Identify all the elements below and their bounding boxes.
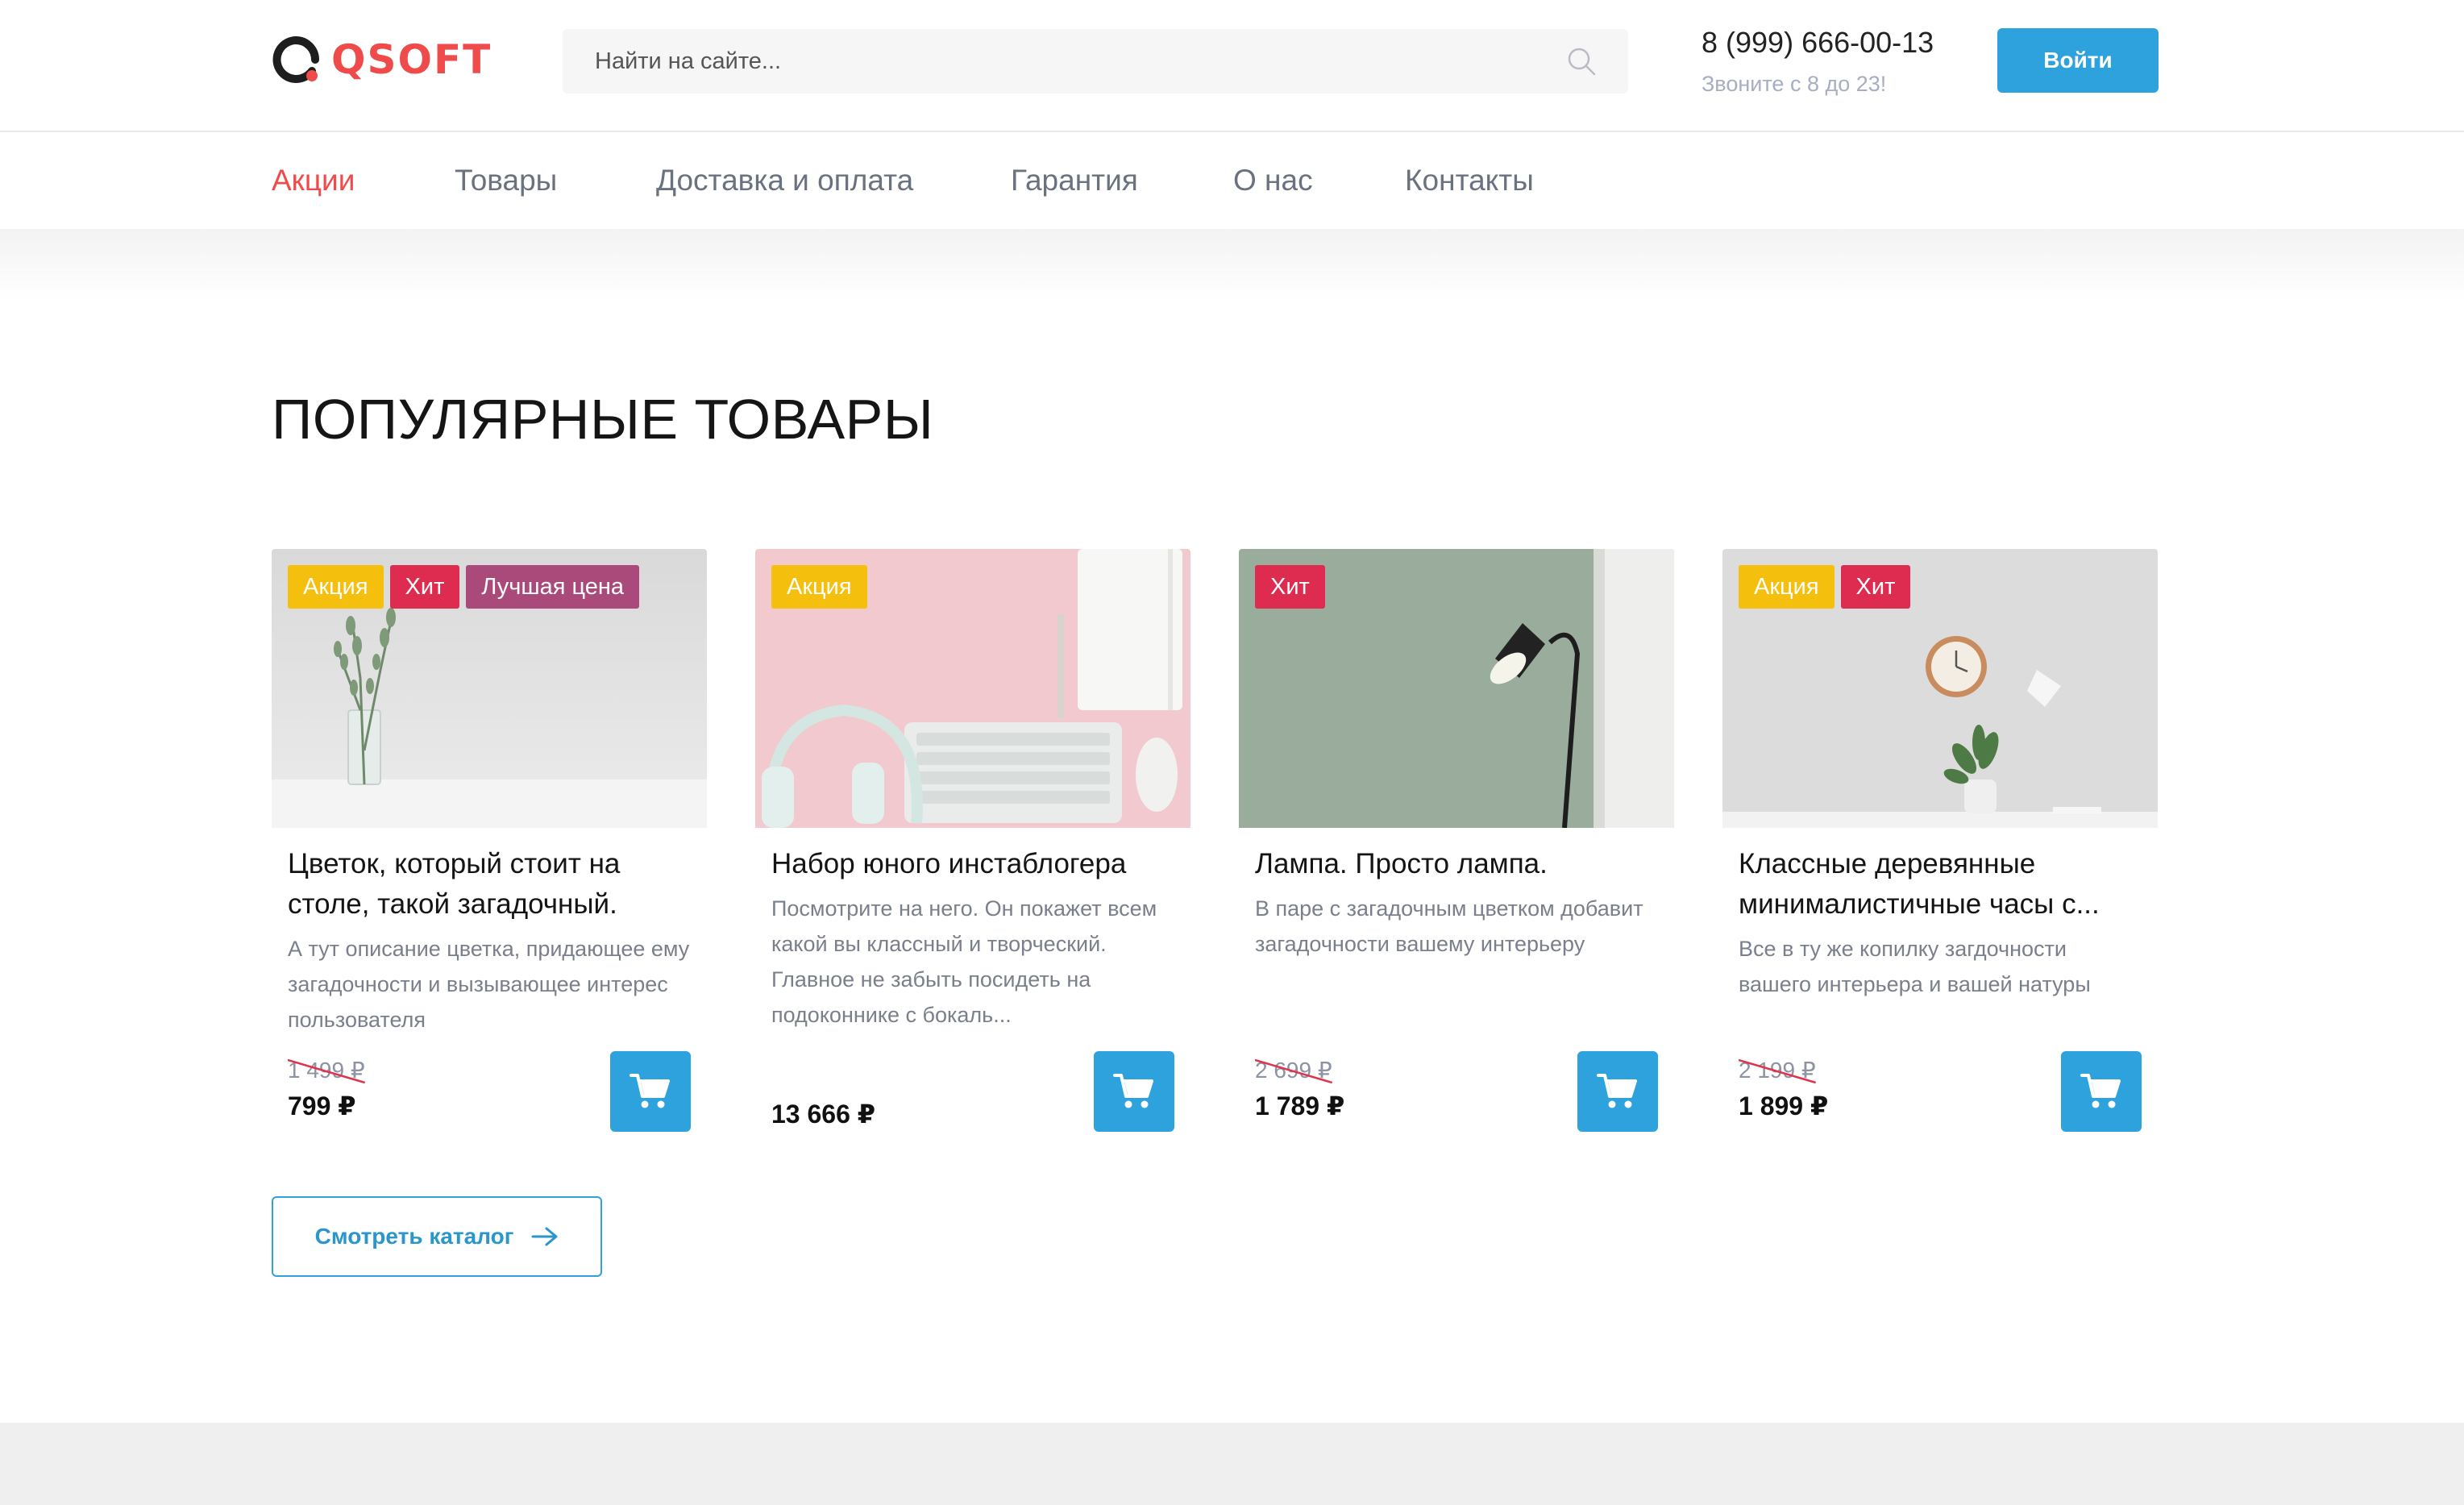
nav-shadow [0, 229, 2464, 301]
logo-text: QSOFT [331, 36, 492, 83]
cart-icon [630, 1074, 670, 1108]
cart-icon [2080, 1074, 2121, 1108]
badge-sale: Акция [288, 565, 384, 609]
nav-item-about[interactable]: О нас [1233, 161, 1313, 200]
old-price: 2 699 ₽ [1255, 1057, 1332, 1084]
badge-group: Акция Хит Лучшая цена [288, 565, 640, 609]
main-nav [0, 132, 2464, 229]
badge-hit: Хит [1255, 565, 1325, 609]
nav-item-warranty[interactable]: Гарантия [1011, 161, 1138, 200]
product-price: 13 666 ₽ [771, 1100, 876, 1129]
product-card: Акция Хит Классные деревянные минималист… [1722, 549, 2158, 1137]
product-card: Акция Набор юного инстаблогера Посмотрит… [755, 549, 1190, 1137]
strike-line [288, 1058, 365, 1084]
add-to-cart-button[interactable] [610, 1051, 691, 1132]
search-bar [563, 29, 1628, 94]
search-input[interactable] [595, 29, 1522, 94]
add-to-cart-button[interactable] [1577, 1051, 1658, 1132]
nav-item-delivery[interactable]: Доставка и оплата [656, 161, 913, 200]
footer-band [0, 1423, 2464, 1505]
arrow-right-icon [531, 1227, 558, 1246]
search-icon[interactable] [1565, 45, 1598, 77]
product-title[interactable]: Набор юного инстаблогера [771, 844, 1174, 884]
logo-icon [272, 36, 319, 83]
view-catalog-button[interactable]: Смотреть каталог [272, 1196, 602, 1277]
badge-group: Акция Хит [1739, 565, 1911, 609]
login-button[interactable]: Войти [1997, 28, 2159, 93]
product-description: В паре с загадочным цветком добавит зага… [1255, 896, 1643, 956]
nav-item-products[interactable]: Товары [455, 161, 557, 200]
add-to-cart-button[interactable] [1094, 1051, 1174, 1132]
cart-icon [1597, 1074, 1637, 1108]
view-catalog-label: Смотреть каталог [314, 1224, 514, 1249]
product-description: А тут описание цветка, придающее ему заг… [288, 937, 690, 1032]
old-price: 2 199 ₽ [1739, 1057, 1816, 1084]
phone-hours: Звоните с 8 до 23! [1702, 72, 1887, 96]
product-price: 1 899 ₽ [1739, 1091, 1829, 1120]
badge-hit: Хит [389, 565, 460, 609]
old-price: 1 499 ₽ [288, 1057, 365, 1084]
cart-icon [1113, 1074, 1153, 1108]
nav-item-sales[interactable]: Акции [272, 161, 355, 200]
logo[interactable]: QSOFT [272, 34, 492, 85]
product-title[interactable]: Лампа. Просто лампа. [1255, 844, 1658, 884]
strike-line [1739, 1058, 1816, 1084]
strike-line [1255, 1058, 1332, 1084]
product-title[interactable]: Классные деревянные минималистичные часы… [1739, 844, 2142, 925]
product-price: 799 ₽ [288, 1091, 356, 1120]
section-title: ПОПУЛЯРНЫЕ ТОВАРЫ [272, 388, 934, 451]
product-description: Все в ту же копилку загдочности вашего и… [1739, 937, 2091, 996]
badge-group: Акция [771, 565, 867, 609]
add-to-cart-button[interactable] [2061, 1051, 2142, 1132]
site-header: QSOFT 8 (999) 666-00-13 Звоните с 8 до 2… [0, 0, 2464, 132]
badge-hit: Хит [1840, 565, 1911, 609]
product-card: Хит Лампа. Просто лампа. В паре с загадо… [1239, 549, 1674, 1137]
product-card: Акция Хит Лучшая цена Цветок, который ст… [272, 549, 707, 1137]
badge-sale: Акция [1739, 565, 1834, 609]
badge-sale: Акция [771, 565, 867, 609]
product-price: 1 789 ₽ [1255, 1091, 1345, 1120]
product-title[interactable]: Цветок, который стоит на столе, такой за… [288, 844, 691, 925]
nav-item-contacts[interactable]: Контакты [1405, 161, 1534, 200]
product-description: Посмотрите на него. Он покажет всем како… [771, 896, 1157, 1027]
phone-number[interactable]: 8 (999) 666-00-13 [1702, 26, 1934, 60]
badge-group: Хит [1255, 565, 1325, 609]
badge-best-price: Лучшая цена [466, 565, 640, 609]
